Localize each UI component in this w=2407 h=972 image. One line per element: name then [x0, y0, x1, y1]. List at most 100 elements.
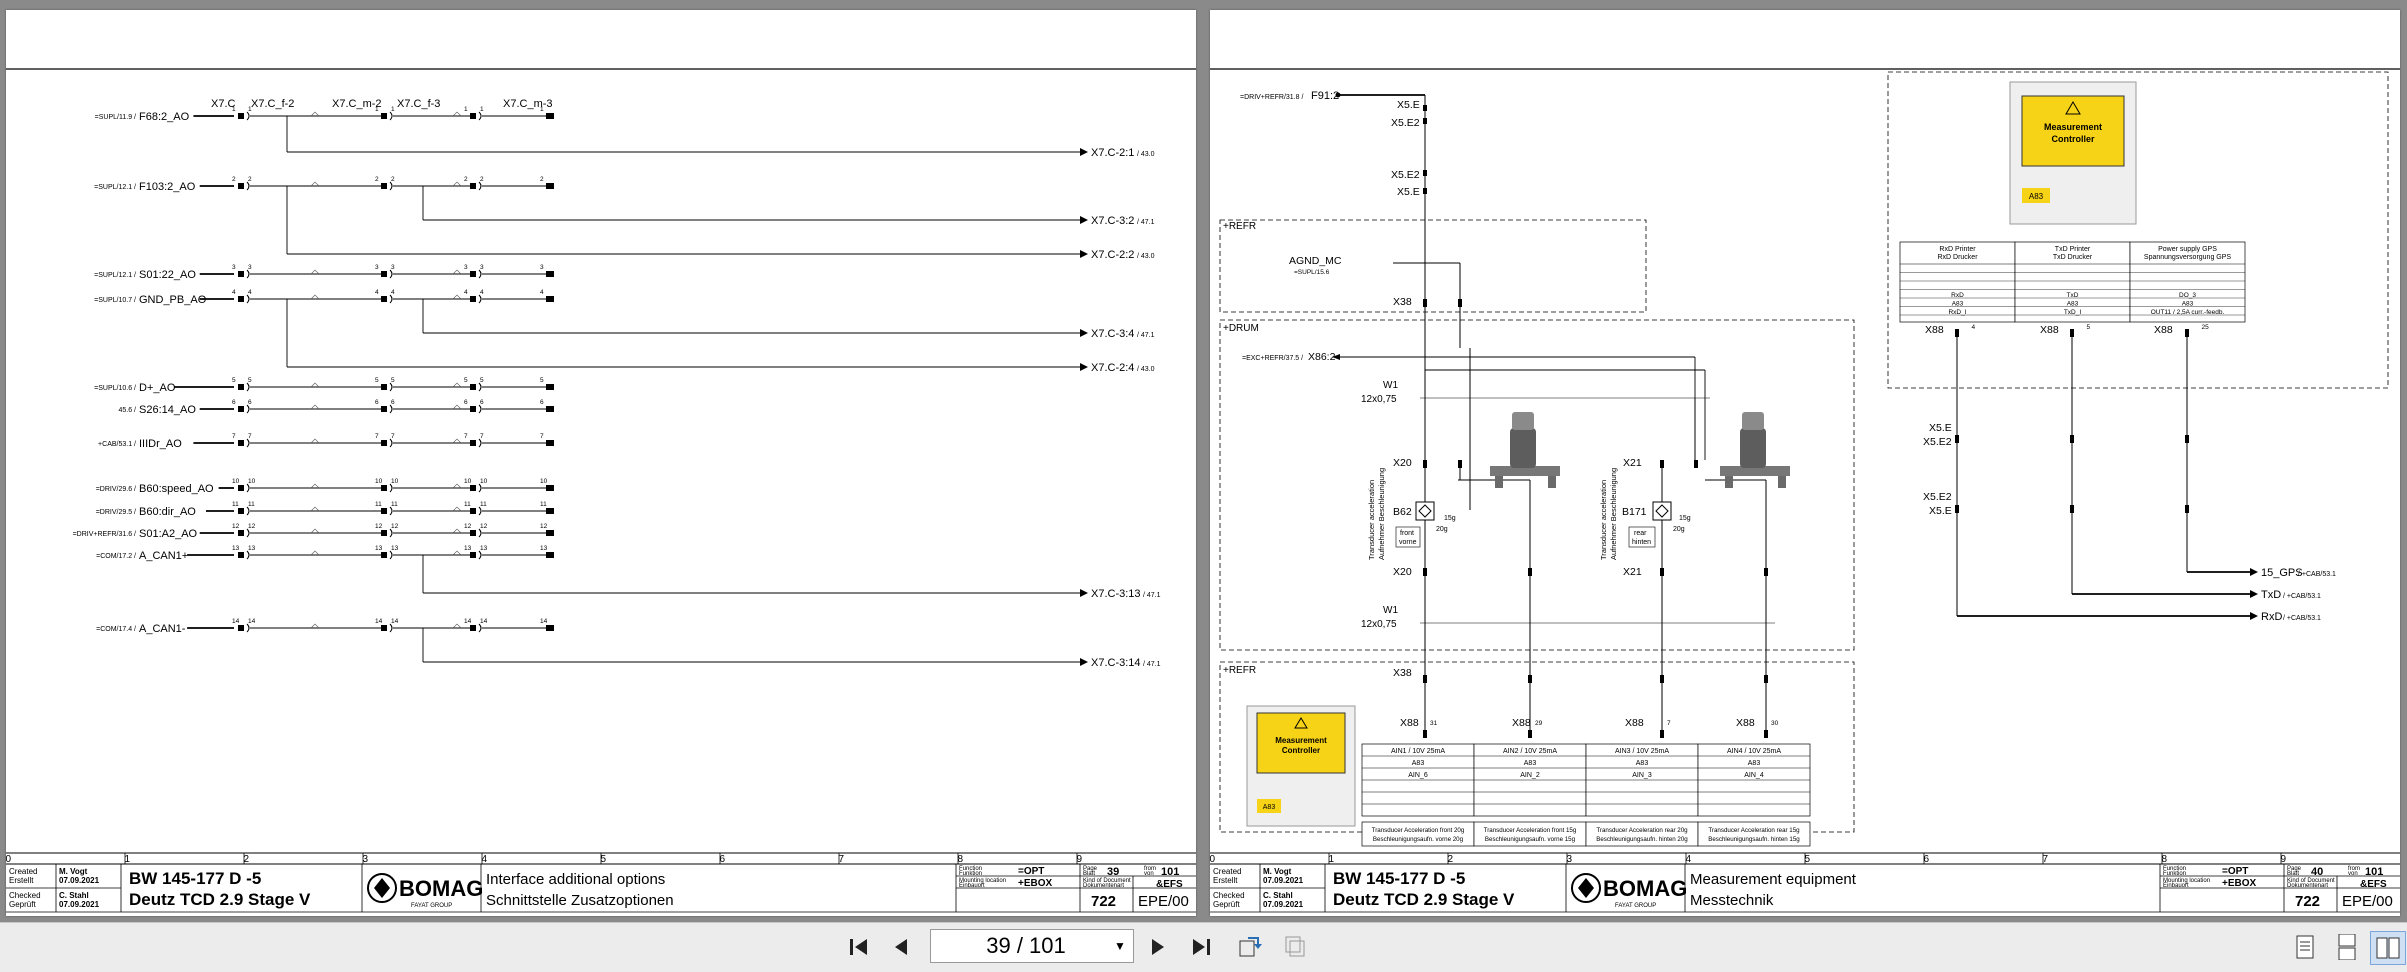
column-number: 3	[363, 854, 369, 865]
wire-signal[interactable]: GND_PB_AO	[139, 294, 207, 306]
wire-ref[interactable]: =SUPL/12.1 /	[94, 184, 136, 191]
wire-row[interactable]: +CAB/53.1 /IIIDr_AO 7 7 7 7 7 7 7	[98, 433, 554, 450]
target-ref[interactable]: / 47.1	[1143, 592, 1161, 599]
target-label[interactable]: X7.C-3:4	[1091, 328, 1134, 340]
wire-signal[interactable]: A_CAN1-	[139, 623, 186, 635]
wire-signal[interactable]: S01:A2_AO	[139, 528, 198, 540]
svg-text:X88: X88	[1400, 717, 1419, 729]
wire-row[interactable]: 45.6 /S26:14_AO 6 6 6 6 6 6 6	[118, 399, 554, 416]
wire-row[interactable]: =DRIV/29.5 /B60:dir_AO 11 11 11 11 11 11 11	[96, 501, 554, 518]
wire-ref[interactable]: =DRIV/29.5 /	[96, 509, 136, 516]
wire-signal[interactable]: D+_AO	[139, 382, 176, 394]
f91-signal[interactable]: F91:2	[1311, 90, 1339, 102]
chevron-down-icon[interactable]: ▼	[1107, 939, 1133, 953]
svg-text:6: 6	[232, 399, 236, 406]
wire-ref[interactable]: =SUPL/12.1 /	[94, 272, 136, 279]
wire-row[interactable]: =SUPL/11.9 /F68:2_AO 1 1 1 1 1 1 1	[95, 106, 554, 123]
accelerometer-photo-rear	[1720, 412, 1790, 488]
wire-signal[interactable]: F68:2_AO	[139, 111, 190, 123]
target-label[interactable]: X7.C-2:2	[1091, 249, 1134, 261]
single-page-view-icon[interactable]	[2288, 931, 2322, 963]
wire-row[interactable]: =COM/17.4 /A_CAN1- 14 14 14 14 14 14 14	[96, 618, 554, 635]
wire-signal[interactable]: F103:2_AO	[139, 181, 196, 193]
svg-text:12: 12	[391, 523, 399, 530]
svg-text:3: 3	[375, 264, 379, 271]
target-ref[interactable]: / 43.0	[1137, 253, 1155, 260]
svg-text:Transducer Acceleration rear 1: Transducer Acceleration rear 15g	[1708, 827, 1800, 834]
wire-ref[interactable]: =DRIV/29.6 /	[96, 486, 136, 493]
target-ref[interactable]: / 43.0	[1137, 151, 1155, 158]
wire-ref[interactable]: =COM/17.4 /	[96, 626, 136, 633]
column-number: 5	[1805, 854, 1811, 865]
svg-text:Created: Created	[9, 867, 37, 876]
svg-text:RxD: RxD	[1951, 292, 1964, 299]
column-number: 7	[2043, 854, 2049, 865]
wire-signal[interactable]: S01:22_AO	[139, 269, 196, 281]
svg-text:14: 14	[248, 618, 256, 625]
svg-text:10: 10	[464, 478, 472, 485]
wire-row[interactable]: =SUPL/10.6 /D+_AO 5 5 5 5 5 5 5	[94, 377, 554, 394]
agnd-signal[interactable]: AGND_MC	[1289, 255, 1342, 267]
svg-text:X5.E: X5.E	[1929, 505, 1952, 517]
target-label[interactable]: X7.C-2:4	[1091, 362, 1134, 374]
output-txd[interactable]: TxD	[2261, 589, 2281, 601]
target-label[interactable]: X7.C-3:2	[1091, 215, 1134, 227]
last-page-icon[interactable]	[1184, 931, 1218, 963]
x86-ref[interactable]: =EXC+REFR/37.5 /	[1242, 355, 1303, 362]
wire-signal[interactable]: IIIDr_AO	[139, 438, 182, 450]
wire-ref[interactable]: =SUPL/10.6 /	[94, 385, 136, 392]
target-ref[interactable]: / 47.1	[1137, 332, 1155, 339]
prev-page-icon[interactable]	[884, 931, 918, 963]
first-page-icon[interactable]	[842, 931, 876, 963]
target-ref[interactable]: / 47.1	[1143, 661, 1161, 668]
target-ref[interactable]: / 43.0	[1137, 366, 1155, 373]
forward-history-icon[interactable]	[1278, 931, 1312, 963]
svg-text:/ +CAB/53.1[interactable]: / +CAB/53.1	[2283, 615, 2321, 622]
wire-ref[interactable]: =DRIV+REFR/31.6 /	[73, 531, 136, 538]
output-rxd[interactable]: RxD	[2261, 611, 2282, 623]
wire-row[interactable]: =SUPL/12.1 /S01:22_AO 3 3 3 3 3 3 3	[94, 264, 554, 281]
wire-ref[interactable]: =SUPL/10.7 /	[94, 297, 136, 304]
wire-signal[interactable]: A_CAN1+	[139, 550, 188, 562]
f91-ref[interactable]: =DRIV+REFR/31.8 /	[1240, 94, 1303, 101]
wire-row[interactable]: =DRIV/29.6 /B60:speed_AO 10 10 10 10 10 10 10	[96, 478, 554, 495]
x86-signal[interactable]: X86:2	[1308, 351, 1336, 363]
target-label[interactable]: X7.C-3:13	[1091, 588, 1141, 600]
wire-signal[interactable]: B60:speed_AO	[139, 483, 214, 495]
agnd-ref[interactable]: =SUPL/15.6	[1294, 269, 1330, 276]
svg-text:10: 10	[248, 478, 256, 485]
wire-ref[interactable]: +CAB/53.1 /	[98, 441, 136, 448]
svg-text:10: 10	[232, 478, 240, 485]
target-label[interactable]: X7.C-3:14	[1091, 657, 1141, 669]
page-desc-en: Interface additional options	[486, 871, 665, 888]
wire-signal[interactable]: B60:dir_AO	[139, 506, 196, 518]
wire-ref[interactable]: 45.6 /	[118, 407, 136, 414]
continuous-view-icon[interactable]	[2330, 931, 2364, 963]
title-block: Created Erstellt M. Vogt 07.09.2021 Chec…	[6, 864, 1196, 913]
doc-number: 722	[1091, 893, 1116, 910]
wire-ref[interactable]: =SUPL/11.9 /	[95, 114, 136, 121]
svg-text:/ +CAB/53.1[interactable]: / +CAB/53.1	[2283, 593, 2321, 600]
target-ref[interactable]: / 47.1	[1137, 219, 1155, 226]
svg-text:101: 101	[2365, 866, 2383, 878]
wire-row[interactable]: =DRIV+REFR/31.6 /S01:A2_AO 12 12 12 12 12 12 12	[73, 523, 554, 540]
wire-ref[interactable]: =COM/17.2 /	[96, 553, 136, 560]
back-history-icon[interactable]	[1232, 931, 1266, 963]
page-number-field[interactable]: 39 / 101 ▼	[930, 929, 1134, 963]
wire-row[interactable]: =SUPL/12.1 /F103:2_AO 2 2 2 2 2 2 2	[94, 176, 554, 193]
svg-text:10: 10	[375, 478, 383, 485]
wire-row[interactable]: =SUPL/10.7 /GND_PB_AO 4 4 4 4 4 4 4	[94, 289, 554, 306]
aux-table: RxD PrinterRxD DruckerRxDA83RxD_I4TxD Pr…	[1899, 241, 2246, 331]
two-page-view-icon[interactable]	[2370, 931, 2406, 965]
target-label[interactable]: X7.C-2:1	[1091, 147, 1134, 159]
svg-text:/ +CAB/53.1[interactable]: / +CAB/53.1	[2298, 571, 2336, 578]
next-page-icon[interactable]	[1141, 931, 1175, 963]
svg-text:4: 4	[232, 289, 236, 296]
output-15gps[interactable]: 15_GPS	[2261, 567, 2303, 579]
wire-signal[interactable]: S26:14_AO	[139, 404, 196, 416]
column-number: 4	[1686, 854, 1692, 865]
column-number: 0	[6, 854, 12, 865]
wire-row[interactable]: =COM/17.2 /A_CAN1+ 13 13 13 13 13 13 13	[96, 545, 554, 562]
svg-text:A83: A83	[2182, 301, 2194, 308]
svg-text:Blatt: Blatt	[2287, 871, 2299, 877]
